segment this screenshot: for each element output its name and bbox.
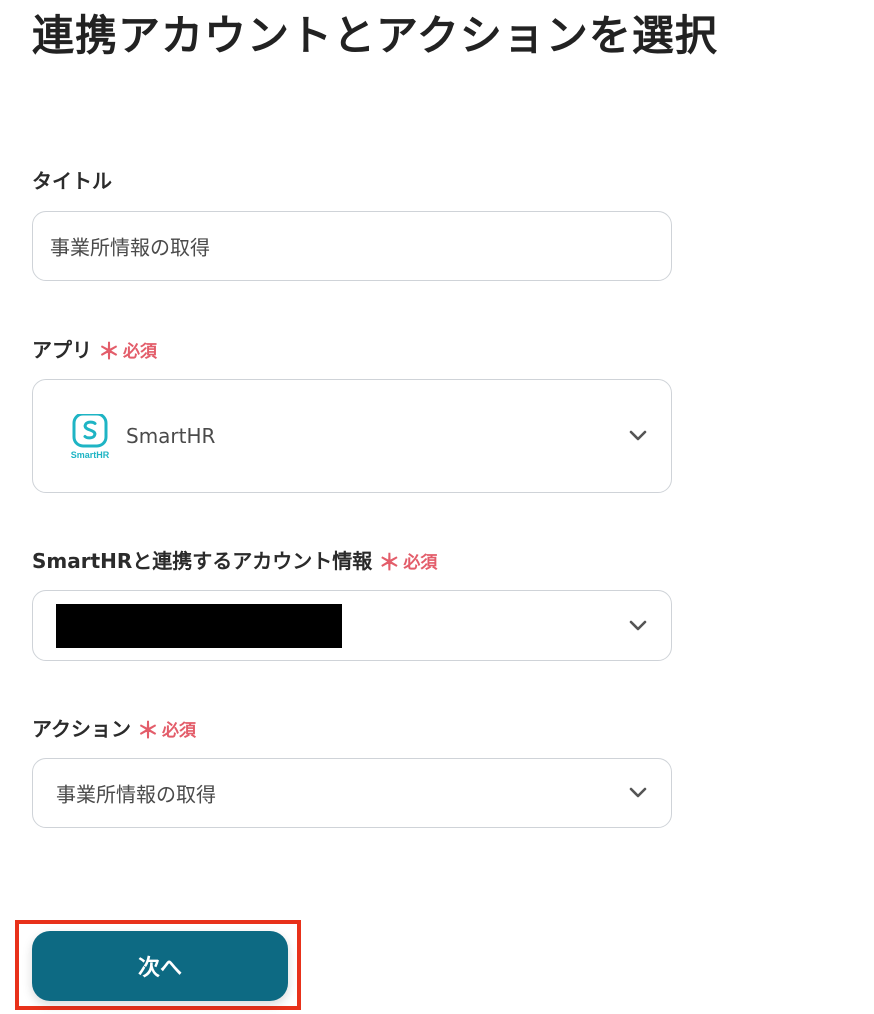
title-input[interactable]: 事業所情報の取得 bbox=[32, 211, 672, 281]
page: 連携アカウントとアクションを選択 タイトル 事業所情報の取得 アプリ＊必須 Sm… bbox=[0, 0, 874, 1014]
required-star: ＊ bbox=[137, 719, 160, 744]
action-label-text: アクション bbox=[32, 717, 131, 741]
account-label: SmartHRと連携するアカウント情報＊必須 bbox=[32, 548, 437, 577]
required-text: 必須 bbox=[403, 553, 438, 573]
account-select[interactable] bbox=[32, 590, 672, 661]
required-badge: ＊必須 bbox=[137, 719, 197, 744]
title-label-text: タイトル bbox=[32, 169, 112, 193]
app-label: アプリ＊必須 bbox=[32, 337, 157, 366]
smarthr-logo-caption: SmartHR bbox=[70, 450, 110, 460]
app-select[interactable]: SmartHR SmartHR bbox=[32, 379, 672, 493]
required-star: ＊ bbox=[98, 340, 121, 365]
required-text: 必須 bbox=[162, 721, 197, 741]
page-title: 連携アカウントとアクションを選択 bbox=[32, 11, 718, 60]
action-label: アクション＊必須 bbox=[32, 716, 196, 745]
account-label-text: SmartHRと連携するアカウント情報 bbox=[32, 549, 373, 573]
chevron-down-icon[interactable] bbox=[627, 615, 649, 637]
chevron-down-icon[interactable] bbox=[627, 782, 649, 804]
required-badge: ＊必須 bbox=[98, 340, 158, 365]
action-select[interactable]: 事業所情報の取得 bbox=[32, 758, 672, 828]
next-button[interactable]: 次へ bbox=[32, 931, 288, 1001]
app-label-text: アプリ bbox=[32, 338, 92, 362]
required-badge: ＊必須 bbox=[378, 551, 438, 576]
required-text: 必須 bbox=[123, 342, 158, 362]
title-label: タイトル bbox=[32, 168, 112, 194]
smarthr-symbol-icon bbox=[72, 412, 108, 448]
smarthr-logo-icon: SmartHR bbox=[67, 412, 113, 460]
title-input-value[interactable]: 事業所情報の取得 bbox=[50, 232, 210, 261]
action-select-value: 事業所情報の取得 bbox=[56, 782, 216, 807]
app-select-value: SmartHR bbox=[126, 424, 216, 448]
required-star: ＊ bbox=[378, 551, 401, 576]
redacted-account-value bbox=[56, 604, 342, 648]
chevron-down-icon[interactable] bbox=[627, 425, 649, 447]
